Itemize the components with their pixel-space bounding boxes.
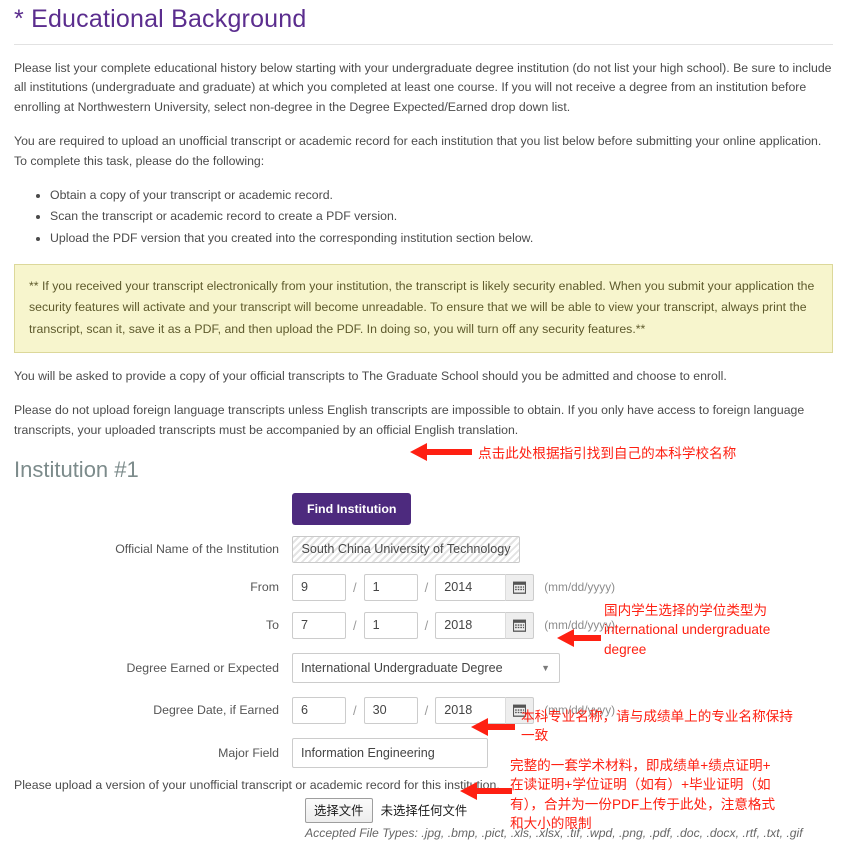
- choose-file-button[interactable]: 选择文件: [305, 797, 373, 823]
- find-institution-button[interactable]: Find Institution: [292, 492, 412, 525]
- institution-form: Find Institution Official Name of the In…: [14, 492, 833, 841]
- degree-date-row: Degree Date, if Earned / /: [14, 696, 833, 724]
- official-name-input[interactable]: [292, 535, 520, 563]
- from-date-row: From / /: [14, 573, 833, 601]
- to-date-label: To: [266, 618, 279, 633]
- degree-date-label: Degree Date, if Earned: [153, 703, 279, 718]
- major-field-field: [292, 737, 488, 768]
- from-date-label: From: [250, 580, 279, 595]
- title-divider: [14, 43, 833, 45]
- major-field-row: Major Field: [14, 737, 833, 768]
- degree-month-input[interactable]: [292, 696, 346, 724]
- calendar-icon[interactable]: [505, 573, 535, 601]
- intro-paragraph-2: You are required to upload an unofficial…: [14, 134, 822, 169]
- list-item: Upload the PDF version that you created …: [50, 229, 833, 248]
- list-item: Scan the transcript or academic record t…: [50, 207, 833, 226]
- from-year-input[interactable]: [435, 573, 506, 601]
- degree-select-wrap: ▼: [292, 652, 560, 683]
- official-name-label: Official Name of the Institution: [115, 542, 279, 557]
- upload-steps-list: Obtain a copy of your transcript or acad…: [14, 186, 833, 248]
- to-year-input[interactable]: [435, 611, 506, 639]
- degree-date-field: / / (mm/dd/yyy: [292, 696, 616, 724]
- calendar-icon[interactable]: [505, 611, 535, 639]
- major-field-label: Major Field: [218, 745, 279, 760]
- to-date-format-hint: (mm/dd/yyyy): [544, 618, 616, 633]
- find-institution-field: Find Institution: [292, 492, 412, 525]
- official-name-row: Official Name of the Institution: [14, 535, 833, 563]
- find-institution-row: Find Institution: [14, 492, 833, 525]
- file-selection-status: 未选择任何文件: [380, 804, 468, 819]
- from-month-input[interactable]: [292, 573, 346, 601]
- degree-year-input[interactable]: [435, 696, 506, 724]
- degree-row: Degree Earned or Expected ▼: [14, 652, 833, 683]
- file-upload-row: 选择文件 未选择任何文件: [305, 797, 833, 823]
- degree-label: Degree Earned or Expected: [126, 660, 279, 675]
- date-separator: /: [353, 702, 357, 718]
- from-day-input[interactable]: [363, 573, 418, 601]
- institution-section-title: Institution #1: [14, 457, 139, 483]
- intro-paragraph-4: Please do not upload foreign language tr…: [14, 402, 805, 437]
- date-separator: /: [353, 617, 357, 633]
- major-field-input[interactable]: [292, 737, 488, 768]
- official-name-field: [292, 535, 520, 563]
- from-date-field: / / (mm/dd/yyy: [292, 573, 616, 601]
- to-day-input[interactable]: [363, 611, 418, 639]
- calendar-icon[interactable]: [505, 696, 535, 724]
- date-separator: /: [424, 617, 429, 633]
- date-separator: /: [424, 579, 429, 595]
- accepted-file-types: Accepted File Types: .jpg, .bmp, .pict, …: [305, 825, 803, 840]
- degree-field: ▼: [292, 652, 560, 683]
- degree-select[interactable]: [292, 652, 560, 683]
- security-warning-callout: ** If you received your transcript elect…: [14, 264, 833, 353]
- list-item: Obtain a copy of your transcript or acad…: [50, 186, 833, 205]
- from-date-format-hint: (mm/dd/yyyy): [544, 580, 616, 595]
- upload-instruction: Please upload a version of your unoffici…: [14, 777, 500, 792]
- intro-paragraph-3: You will be asked to provide a copy of y…: [14, 368, 727, 383]
- intro-paragraph-1: Please list your complete educational hi…: [14, 60, 832, 115]
- degree-date-format-hint: (mm/dd/yyyy): [544, 703, 616, 718]
- educational-background-page: * Educational Background Please list you…: [0, 5, 847, 844]
- degree-day-input[interactable]: [363, 696, 418, 724]
- page-title: * Educational Background: [14, 5, 307, 33]
- date-separator: /: [424, 702, 429, 718]
- date-separator: /: [353, 579, 357, 595]
- to-date-row: To / /: [14, 611, 833, 639]
- to-month-input[interactable]: [292, 611, 346, 639]
- to-date-field: / / (mm/dd/yyy: [292, 611, 616, 639]
